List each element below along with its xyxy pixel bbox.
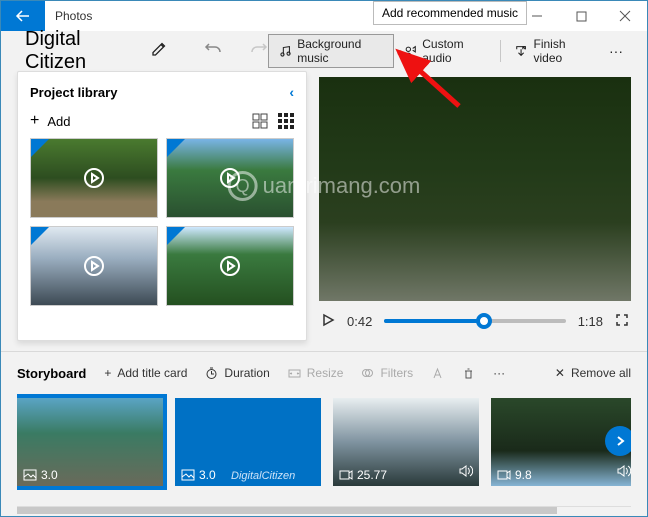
separator <box>500 40 501 62</box>
clip[interactable]: 3.0 DigitalCitizen <box>175 398 321 486</box>
library-thumbnail[interactable] <box>30 226 158 306</box>
title-bar: Photos <box>1 1 647 31</box>
volume-icon <box>617 464 631 482</box>
duration-button[interactable]: Duration <box>205 366 269 380</box>
plus-icon: + <box>30 112 39 130</box>
edit-title-icon[interactable] <box>150 40 168 63</box>
collapse-library-icon[interactable]: ‹ <box>289 84 294 100</box>
maximize-button[interactable] <box>559 1 603 31</box>
remove-all-button[interactable]: ✕Remove all <box>555 366 631 380</box>
project-library-panel: Project library ‹ + Add <box>17 71 307 341</box>
storyboard-title: Storyboard <box>17 366 86 381</box>
more-options-button[interactable]: ··· <box>599 34 633 68</box>
redo-button[interactable] <box>250 40 268 63</box>
view-large-icon[interactable] <box>252 113 268 129</box>
resize-button[interactable]: Resize <box>288 366 344 380</box>
project-title: Digital Citizen <box>25 28 136 74</box>
library-heading: Project library <box>30 85 117 100</box>
library-thumbnail[interactable] <box>166 226 294 306</box>
preview-frame[interactable] <box>319 77 631 301</box>
music-icon <box>279 44 291 58</box>
add-title-card-button[interactable]: +Add title card <box>104 366 187 380</box>
horizontal-scrollbar[interactable] <box>17 506 631 514</box>
storyboard-panel: Storyboard +Add title card Duration Resi… <box>1 351 647 506</box>
app-title: Photos <box>45 9 92 23</box>
filters-button[interactable]: Filters <box>361 366 413 380</box>
top-toolbar: Digital Citizen Background music Custom … <box>1 31 647 71</box>
delete-clip-button[interactable] <box>462 367 475 380</box>
tooltip: Add recommended music <box>373 1 527 25</box>
undo-button[interactable] <box>204 40 222 63</box>
play-button[interactable] <box>321 313 335 330</box>
clips-row: 3.0 3.0 DigitalCitizen 25.77 9.8 <box>17 388 631 500</box>
clip[interactable]: 25.77 <box>333 398 479 486</box>
text-button[interactable] <box>431 367 444 380</box>
close-button[interactable] <box>603 1 647 31</box>
library-thumbnail[interactable] <box>166 138 294 218</box>
add-media-button[interactable]: + Add <box>30 112 70 130</box>
total-time: 1:18 <box>578 314 603 329</box>
volume-icon <box>459 464 473 482</box>
view-small-icon[interactable] <box>278 113 294 129</box>
background-music-button[interactable]: Background music <box>268 34 394 68</box>
export-icon <box>515 44 527 58</box>
seek-slider[interactable] <box>384 319 565 323</box>
scroll-right-button[interactable] <box>605 426 631 456</box>
back-button[interactable] <box>1 1 45 31</box>
clip-more-button[interactable]: ··· <box>493 366 505 380</box>
current-time: 0:42 <box>347 314 372 329</box>
person-audio-icon <box>404 44 416 58</box>
clip[interactable]: 3.0 <box>17 398 163 486</box>
library-thumbnail[interactable] <box>30 138 158 218</box>
fullscreen-button[interactable] <box>615 313 629 330</box>
preview-panel: 0:42 1:18 <box>319 71 631 341</box>
finish-video-button[interactable]: Finish video <box>505 34 599 68</box>
custom-audio-button[interactable]: Custom audio <box>394 34 496 68</box>
